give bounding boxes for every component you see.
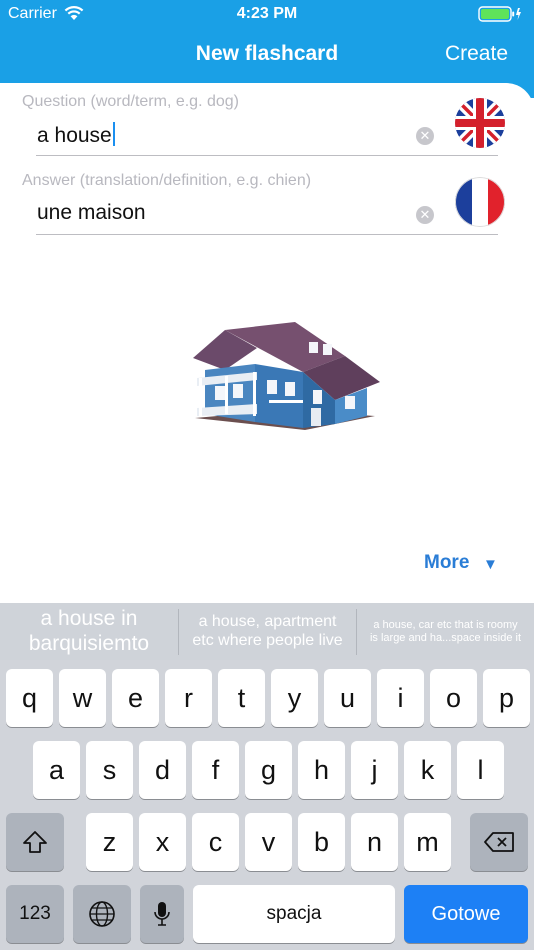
backspace-icon [484, 832, 514, 852]
key-d[interactable]: d [139, 741, 186, 799]
uk-flag-icon[interactable] [455, 98, 505, 148]
answer-text: une maison [37, 201, 146, 224]
key-k[interactable]: k [404, 741, 451, 799]
clear-icon: ✕ [419, 128, 431, 143]
key-v[interactable]: v [245, 813, 292, 871]
key-t[interactable]: t [218, 669, 265, 727]
answer-underline [36, 234, 498, 235]
house-image[interactable] [185, 318, 380, 438]
globe-key[interactable] [73, 885, 131, 943]
status-bar: Carrier 4:23 PM [0, 0, 534, 30]
predictive-bar: a house in barquisiemto a house, apartme… [0, 603, 534, 660]
microphone-icon [154, 902, 170, 926]
key-x[interactable]: x [139, 813, 186, 871]
prediction-2-line1: a house, apartment [198, 613, 337, 631]
question-underline [36, 155, 498, 156]
key-l[interactable]: l [457, 741, 504, 799]
key-w[interactable]: w [59, 669, 106, 727]
key-u[interactable]: u [324, 669, 371, 727]
key-o[interactable]: o [430, 669, 477, 727]
return-key[interactable]: Gotowe [404, 885, 528, 943]
key-h[interactable]: h [298, 741, 345, 799]
key-b[interactable]: b [298, 813, 345, 871]
more-button[interactable]: More [424, 552, 469, 574]
question-text: a house [37, 124, 112, 147]
prediction-3-line1: a house, car etc that is roomy [373, 618, 518, 631]
key-a[interactable]: a [33, 741, 80, 799]
key-z[interactable]: z [86, 813, 133, 871]
key-q[interactable]: q [6, 669, 53, 727]
globe-icon [89, 901, 115, 927]
keyboard: q w e r t y u i o p a s d f g h j k l z … [0, 660, 534, 950]
prediction-3-line2: is large and ha...space inside it [369, 631, 522, 644]
question-label: Question (word/term, e.g. dog) [22, 93, 239, 110]
question-field[interactable]: a house [37, 122, 115, 148]
backspace-key[interactable] [470, 813, 528, 871]
key-f[interactable]: f [192, 741, 239, 799]
numbers-key[interactable]: 123 [6, 885, 64, 943]
shift-key[interactable] [6, 813, 64, 871]
answer-field[interactable]: une maison [37, 201, 146, 225]
prediction-1[interactable]: a house in barquisiemto [0, 603, 178, 660]
status-time: 4:23 PM [236, 5, 298, 22]
prediction-2-line2: etc where people live [192, 631, 343, 649]
key-e[interactable]: e [112, 669, 159, 727]
triangle-down-icon[interactable]: ▼ [483, 556, 498, 573]
key-m[interactable]: m [404, 813, 451, 871]
battery-icon [478, 6, 521, 22]
dictation-key[interactable] [140, 885, 184, 943]
key-p[interactable]: p [483, 669, 530, 727]
key-n[interactable]: n [351, 813, 398, 871]
key-g[interactable]: g [245, 741, 292, 799]
key-i[interactable]: i [377, 669, 424, 727]
key-c[interactable]: c [192, 813, 239, 871]
prediction-2[interactable]: a house, apartment etc where people live [179, 603, 356, 660]
clear-question-button[interactable]: ✕ [416, 127, 434, 145]
key-j[interactable]: j [351, 741, 398, 799]
shift-icon [23, 831, 47, 853]
prediction-1-line2: barquisiemto [28, 631, 150, 655]
prediction-3[interactable]: a house, car etc that is roomy is large … [357, 603, 534, 660]
france-flag-icon[interactable] [455, 177, 505, 227]
key-s[interactable]: s [86, 741, 133, 799]
space-key[interactable]: spacja [193, 885, 395, 943]
clear-icon: ✕ [419, 207, 431, 222]
create-button[interactable]: Create [445, 42, 508, 66]
prediction-1-line1: a house in [40, 607, 138, 631]
key-r[interactable]: r [165, 669, 212, 727]
answer-label: Answer (translation/definition, e.g. chi… [22, 172, 312, 189]
text-caret [112, 122, 115, 146]
key-y[interactable]: y [271, 669, 318, 727]
clear-answer-button[interactable]: ✕ [416, 206, 434, 224]
